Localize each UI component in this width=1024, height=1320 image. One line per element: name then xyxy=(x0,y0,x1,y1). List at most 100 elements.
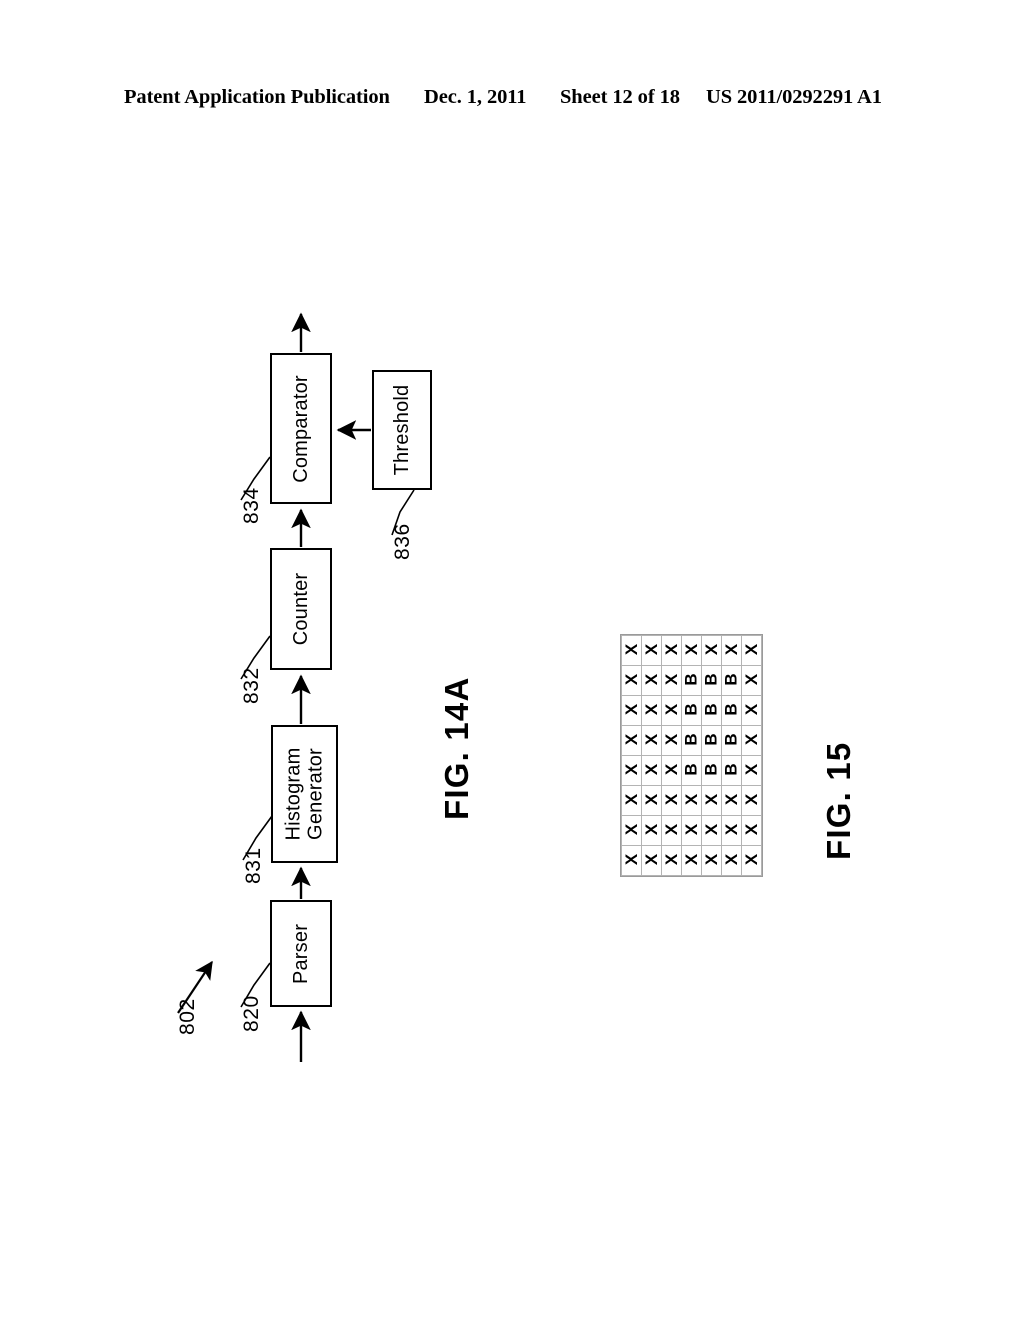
cell-grid-cell-label: X xyxy=(702,793,721,806)
cell-grid-cell-label: X xyxy=(742,763,761,776)
cell-grid-cell-x: X xyxy=(741,785,762,816)
block-counter: Counter xyxy=(270,548,332,670)
cell-grid-cell-b: B xyxy=(701,725,722,756)
cell-grid-cell-x: X xyxy=(641,725,662,756)
cell-grid-cell-label: X xyxy=(722,823,741,836)
cell-grid-cell-x: X xyxy=(741,635,762,666)
cell-grid-cell-x: X xyxy=(681,845,702,876)
cell-grid-row: XXXBBBX xyxy=(621,695,762,726)
figure-14a-connectors xyxy=(177,312,415,1062)
cell-grid-cell-label: X xyxy=(642,703,661,716)
cell-grid-cell-label: X xyxy=(622,673,641,686)
cell-grid-cell-x: X xyxy=(701,635,722,666)
cell-grid-cell-b: B xyxy=(721,755,742,786)
cell-grid-row: XXXXXXX xyxy=(621,845,762,876)
block-comparator-label: Comparator xyxy=(289,374,312,483)
cell-grid-cell-x: X xyxy=(641,695,662,726)
cell-grid-cell-label: X xyxy=(662,733,681,746)
cell-grid-cell-x: X xyxy=(641,845,662,876)
cell-grid-cell-b: B xyxy=(681,695,702,726)
cell-grid-cell-x: X xyxy=(681,635,702,666)
cell-grid-cell-label: X xyxy=(682,823,701,836)
cell-grid-cell-label: X xyxy=(642,823,661,836)
cell-grid-cell-b: B xyxy=(721,695,742,726)
block-histogram-generator: Histogram Generator xyxy=(271,725,338,863)
cell-grid-cell-x: X xyxy=(621,695,642,726)
cell-grid-row: XXXXXXX xyxy=(621,815,762,846)
cell-grid-cell-label: B xyxy=(702,763,721,776)
cell-grid-cell-b: B xyxy=(721,725,742,756)
reference-numeral-820: 820 xyxy=(240,995,263,1032)
cell-grid-cell-label: X xyxy=(742,703,761,716)
cell-grid-cell-x: X xyxy=(661,755,682,786)
cell-grid-cell-label: X xyxy=(702,643,721,656)
block-comparator: Comparator xyxy=(270,353,332,504)
cell-grid-row: XXXXXXX xyxy=(621,635,762,666)
cell-grid-cell-x: X xyxy=(721,785,742,816)
cell-grid-cell-x: X xyxy=(681,815,702,846)
cell-grid-cell-label: X xyxy=(662,673,681,686)
cell-grid-cell-x: X xyxy=(741,845,762,876)
cell-grid-cell-label: X xyxy=(702,823,721,836)
cell-grid: XXXXXXXXXXBBBXXXXBBBXXXXBBBXXXXBBBXXXXXX… xyxy=(620,634,763,877)
cell-grid-cell-label: X xyxy=(622,793,641,806)
cell-grid-cell-label: X xyxy=(662,853,681,866)
cell-grid-cell-label: X xyxy=(622,853,641,866)
cell-grid-table: XXXXXXXXXXBBBXXXXBBBXXXXBBBXXXXBBBXXXXXX… xyxy=(621,635,762,876)
cell-grid-cell-b: B xyxy=(681,665,702,696)
block-threshold-label: Threshold xyxy=(390,384,413,476)
cell-grid-cell-label: B xyxy=(722,673,741,686)
cell-grid-cell-b: B xyxy=(721,665,742,696)
cell-grid-cell-b: B xyxy=(701,755,722,786)
cell-grid-cell-x: X xyxy=(641,635,662,666)
cell-grid-cell-x: X xyxy=(701,845,722,876)
cell-grid-cell-label: B xyxy=(682,703,701,716)
cell-grid-cell-x: X xyxy=(741,815,762,846)
cell-grid-row: XXXXXXX xyxy=(621,785,762,816)
cell-grid-cell-b: B xyxy=(701,665,722,696)
cell-grid-cell-label: X xyxy=(662,763,681,776)
cell-grid-cell-x: X xyxy=(661,665,682,696)
cell-grid-cell-label: B xyxy=(722,763,741,776)
cell-grid-cell-x: X xyxy=(621,635,642,666)
cell-grid-cell-label: X xyxy=(662,703,681,716)
cell-grid-cell-label: X xyxy=(742,793,761,806)
cell-grid-cell-x: X xyxy=(641,755,662,786)
cell-grid-cell-label: B xyxy=(722,703,741,716)
cell-grid-cell-label: X xyxy=(642,733,661,746)
cell-grid-cell-label: B xyxy=(682,733,701,746)
cell-grid-cell-x: X xyxy=(721,845,742,876)
cell-grid-cell-x: X xyxy=(721,635,742,666)
cell-grid-cell-label: X xyxy=(622,643,641,656)
cell-grid-cell-label: X xyxy=(682,793,701,806)
cell-grid-cell-x: X xyxy=(621,845,642,876)
cell-grid-cell-label: X xyxy=(622,763,641,776)
cell-grid-cell-x: X xyxy=(661,845,682,876)
reference-numeral-831: 831 xyxy=(242,847,265,884)
cell-grid-cell-x: X xyxy=(741,695,762,726)
cell-grid-cell-x: X xyxy=(661,725,682,756)
figure-15-label: FIG. 15 xyxy=(820,741,857,860)
cell-grid-cell-label: B xyxy=(702,733,721,746)
cell-grid-cell-x: X xyxy=(661,695,682,726)
block-parser: Parser xyxy=(270,900,332,1007)
reference-numeral-802: 802 xyxy=(176,998,199,1035)
cell-grid-cell-label: X xyxy=(642,643,661,656)
cell-grid-cell-x: X xyxy=(621,665,642,696)
cell-grid-cell-label: X xyxy=(742,643,761,656)
cell-grid-cell-label: X xyxy=(662,643,681,656)
cell-grid-cell-x: X xyxy=(641,665,662,696)
cell-grid-cell-label: X xyxy=(622,703,641,716)
cell-grid-cell-x: X xyxy=(701,815,722,846)
header-document-number: US 2011/0292291 A1 xyxy=(706,86,882,108)
header-sheet-number: Sheet 12 of 18 xyxy=(560,86,680,108)
figure-15: XXXXXXXXXXBBBXXXXBBBXXXXBBBXXXXBBBXXXXXX… xyxy=(600,600,930,920)
cell-grid-cell-x: X xyxy=(641,815,662,846)
cell-grid-cell-label: X xyxy=(742,853,761,866)
cell-grid-cell-label: X xyxy=(722,643,741,656)
cell-grid-cell-label: B xyxy=(682,763,701,776)
cell-grid-cell-label: X xyxy=(622,733,641,746)
cell-grid-cell-label: X xyxy=(642,793,661,806)
cell-grid-cell-label: X xyxy=(682,853,701,866)
cell-grid-cell-x: X xyxy=(741,725,762,756)
